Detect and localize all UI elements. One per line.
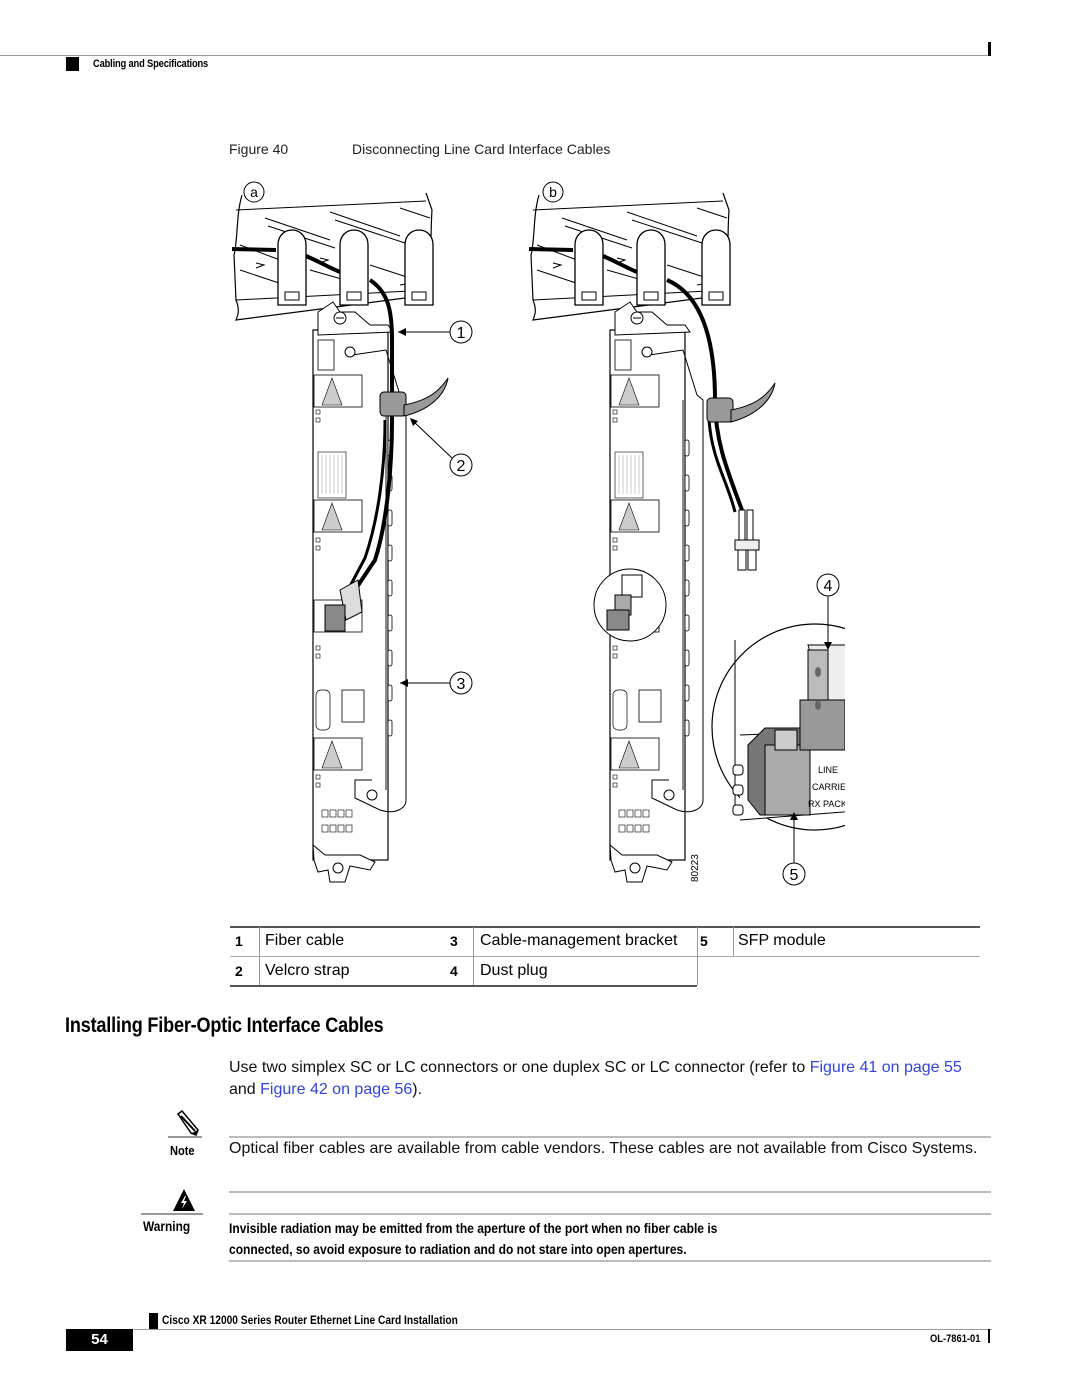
legend-label: Fiber cable (265, 932, 345, 949)
legend-row: 2 Velcro strap 4 Dust plug (230, 957, 697, 986)
note-text: Optical fiber cables are available from … (229, 1140, 978, 1157)
footer-book-title: Cisco XR 12000 Series Router Ethernet Li… (162, 1313, 458, 1327)
note-label: Note (170, 1143, 195, 1158)
warning-text: Invisible radiation may be emitted from … (229, 1218, 1003, 1260)
note-rule (229, 1136, 991, 1138)
footer-corner-mark (988, 1329, 990, 1343)
legend-num: 1 (235, 933, 243, 949)
warning-label: Warning (143, 1218, 191, 1234)
warning-rule (229, 1213, 991, 1215)
legend-label: Velcro strap (265, 962, 350, 979)
note-icon-rule (168, 1136, 202, 1138)
legend-label: Dust plug (480, 962, 548, 979)
figure-41-link[interactable]: Figure 41 on page 55 (810, 1059, 962, 1076)
detail-label-rx-packet: RX PACKET (808, 799, 845, 809)
section-heading: Installing Fiber-Optic Interface Cables (65, 1014, 384, 1037)
warning-icon (173, 1189, 195, 1211)
legend-num: 2 (235, 963, 243, 979)
figure-number: Figure 40 (229, 141, 289, 157)
header-marker (66, 57, 79, 71)
figure-42-link[interactable]: Figure 42 on page 56 (260, 1081, 412, 1098)
warning-rule (229, 1260, 991, 1262)
callout-4: 4 (824, 578, 833, 595)
legend-num: 3 (450, 933, 458, 949)
body-text: and (229, 1081, 261, 1098)
warning-line: Invisible radiation may be emitted from … (229, 1220, 718, 1236)
legend-num: 5 (700, 933, 708, 949)
figure-illustration: a b LINE CARRIE RX PACK 1 2 3 4 5 80223 (231, 181, 845, 886)
page-number: 54 (66, 1329, 133, 1351)
doc-number: OL-7861-01 (930, 1333, 981, 1345)
detail-label-carrier: CARRIER (812, 782, 845, 792)
panel-a: a (231, 181, 449, 883)
legend-row: 1 Fiber cable 3 Cable-management bracket… (230, 927, 980, 956)
warning-line: connected, so avoid exposure to radiatio… (229, 1241, 687, 1257)
header-corner-mark (988, 42, 991, 56)
note-rule (229, 1191, 991, 1193)
callout-1: 1 (457, 325, 466, 342)
legend-label: Cable-management bracket (480, 932, 678, 949)
callout-2: 2 (457, 458, 466, 475)
detail-magnifier: LINE CARRIER RX PACKET 2 (711, 623, 845, 831)
legend-label: SFP module (738, 932, 826, 949)
warning-icon-rule (141, 1213, 203, 1215)
header-rule (0, 55, 990, 56)
art-id: 80223 (690, 854, 701, 882)
detail-label-line: LINE (818, 765, 838, 775)
callout-3: 3 (457, 676, 466, 693)
callout-5: 5 (790, 867, 799, 884)
legend-num: 4 (450, 963, 458, 979)
panel-label-b: b (549, 184, 557, 200)
panel-label-a: a (250, 184, 258, 200)
footer-marker (149, 1313, 158, 1329)
body-text: ). (412, 1081, 423, 1098)
running-header: Cabling and Specifications (93, 58, 209, 70)
pencil-icon (176, 1110, 199, 1136)
body-text: Use two simplex SC or LC connectors or o… (229, 1059, 810, 1076)
footer-rule (134, 1329, 992, 1330)
section-body: Use two simplex SC or LC connectors or o… (229, 1057, 1019, 1101)
figure-title: Disconnecting Line Card Interface Cables (352, 141, 611, 157)
